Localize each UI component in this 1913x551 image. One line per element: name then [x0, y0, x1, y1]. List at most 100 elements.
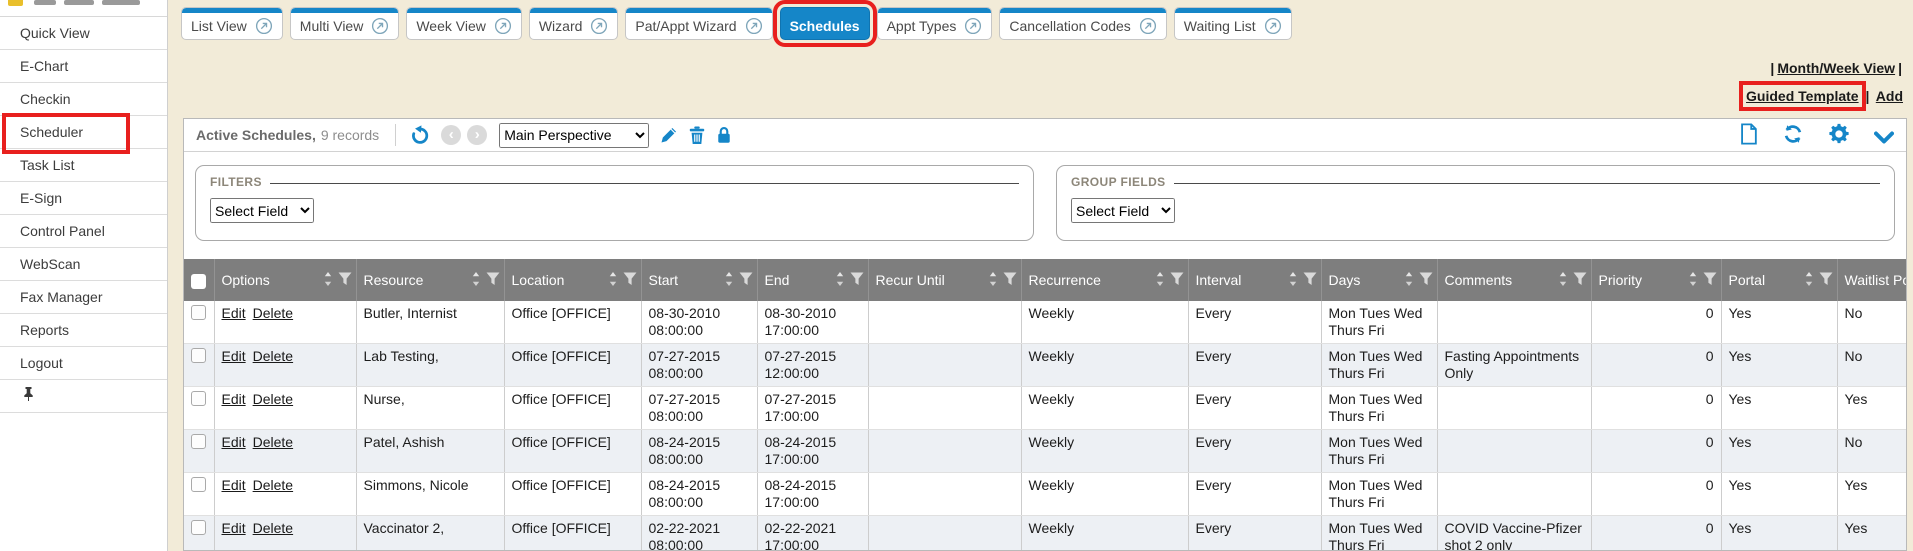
next-icon[interactable]: › — [467, 125, 487, 145]
tab-week-view[interactable]: Week View — [406, 7, 522, 40]
sort-icon[interactable] — [1687, 271, 1699, 290]
sort-icon[interactable] — [322, 271, 334, 290]
undo-icon[interactable] — [410, 124, 432, 146]
edit-link[interactable]: Edit — [222, 348, 246, 364]
column-header-priority[interactable]: Priority — [1591, 259, 1721, 301]
tab-schedules[interactable]: Schedules — [780, 7, 870, 40]
filter-funnel-icon[interactable] — [623, 272, 637, 289]
column-header-interval[interactable]: Interval — [1188, 259, 1321, 301]
edit-link[interactable]: Edit — [222, 434, 246, 450]
sort-icon[interactable] — [1803, 271, 1815, 290]
edit-link[interactable]: Edit — [222, 477, 246, 493]
delete-link[interactable]: Delete — [253, 477, 293, 493]
new-document-icon[interactable] — [1739, 123, 1758, 145]
delete-link[interactable]: Delete — [253, 348, 293, 364]
tab-wizard[interactable]: Wizard — [529, 7, 619, 40]
sidebar-item-logout[interactable]: Logout — [0, 347, 167, 380]
tab-appt-types[interactable]: Appt Types — [877, 7, 993, 40]
sidebar-item-scheduler[interactable]: Scheduler — [0, 116, 167, 149]
column-header-options[interactable]: Options — [214, 259, 356, 301]
lock-icon[interactable] — [715, 125, 733, 145]
sort-icon[interactable] — [834, 271, 846, 290]
sidebar-item-webscan[interactable]: WebScan — [0, 248, 167, 281]
row-checkbox[interactable] — [191, 520, 206, 535]
select-all-checkbox[interactable] — [191, 274, 206, 289]
row-checkbox[interactable] — [191, 477, 206, 492]
column-header-portal[interactable]: Portal — [1721, 259, 1837, 301]
column-header-end[interactable]: End — [757, 259, 868, 301]
filter-funnel-icon[interactable] — [739, 272, 753, 289]
column-header-start[interactable]: Start — [641, 259, 757, 301]
tab-list-view[interactable]: List View — [181, 7, 283, 40]
column-header-resource[interactable]: Resource — [356, 259, 504, 301]
popout-icon[interactable] — [590, 17, 608, 35]
sidebar-item-quick-view[interactable]: Quick View — [0, 17, 167, 50]
guided-template-link[interactable]: Guided Template — [1746, 88, 1859, 104]
sidebar-item-e-sign[interactable]: E-Sign — [0, 182, 167, 215]
sidebar-item-checkin[interactable]: Checkin — [0, 83, 167, 116]
sidebar-item-reports[interactable]: Reports — [0, 314, 167, 347]
filter-funnel-icon[interactable] — [1573, 272, 1587, 289]
sort-icon[interactable] — [607, 271, 619, 290]
filter-funnel-icon[interactable] — [1419, 272, 1433, 289]
sort-icon[interactable] — [987, 271, 999, 290]
row-checkbox[interactable] — [191, 305, 206, 320]
row-checkbox[interactable] — [191, 348, 206, 363]
edit-link[interactable]: Edit — [222, 520, 246, 536]
sort-icon[interactable] — [1557, 271, 1569, 290]
delete-link[interactable]: Delete — [253, 520, 293, 536]
popout-icon[interactable] — [255, 17, 273, 35]
delete-link[interactable]: Delete — [253, 391, 293, 407]
sidebar-item-e-chart[interactable]: E-Chart — [0, 50, 167, 83]
popout-icon[interactable] — [1264, 17, 1282, 35]
filter-funnel-icon[interactable] — [850, 272, 864, 289]
column-header-location[interactable]: Location — [504, 259, 641, 301]
tab-pat-appt-wizard[interactable]: Pat/Appt Wizard — [625, 7, 772, 40]
sidebar-item-task-list[interactable]: Task List — [0, 149, 167, 182]
filter-funnel-icon[interactable] — [1003, 272, 1017, 289]
tab-waiting-list[interactable]: Waiting List — [1174, 7, 1292, 40]
settings-gear-icon[interactable] — [1828, 123, 1850, 145]
popout-icon[interactable] — [964, 17, 982, 35]
prev-icon[interactable]: ‹ — [441, 125, 461, 145]
column-header-days[interactable]: Days — [1321, 259, 1437, 301]
add-link[interactable]: Add — [1876, 88, 1903, 104]
column-header-recur-until[interactable]: Recur Until — [868, 259, 1021, 301]
pushpin-icon[interactable] — [22, 387, 35, 404]
filter-funnel-icon[interactable] — [1703, 272, 1717, 289]
column-header-recurrence[interactable]: Recurrence — [1021, 259, 1188, 301]
edit-link[interactable]: Edit — [222, 305, 246, 321]
row-checkbox[interactable] — [191, 434, 206, 449]
sort-icon[interactable] — [723, 271, 735, 290]
select-all-header[interactable] — [184, 259, 214, 301]
popout-icon[interactable] — [745, 17, 763, 35]
tab-multi-view[interactable]: Multi View — [290, 7, 400, 40]
filters-select-field[interactable]: Select Field — [210, 198, 314, 223]
filter-funnel-icon[interactable] — [1170, 272, 1184, 289]
filter-funnel-icon[interactable] — [1303, 272, 1317, 289]
sort-icon[interactable] — [1403, 271, 1415, 290]
delete-link[interactable]: Delete — [253, 434, 293, 450]
row-checkbox[interactable] — [191, 391, 206, 406]
filter-funnel-icon[interactable] — [338, 272, 352, 289]
sidebar-item-fax-manager[interactable]: Fax Manager — [0, 281, 167, 314]
refresh-icon[interactable] — [1782, 123, 1804, 145]
popout-icon[interactable] — [494, 17, 512, 35]
sort-icon[interactable] — [1154, 271, 1166, 290]
group-fields-select-field[interactable]: Select Field — [1071, 198, 1175, 223]
column-header-waitlist-po[interactable]: Waitlist Po — [1837, 259, 1907, 301]
tab-cancellation-codes[interactable]: Cancellation Codes — [999, 7, 1166, 40]
chevron-down-icon[interactable] — [1874, 131, 1894, 145]
popout-icon[interactable] — [1139, 17, 1157, 35]
month-week-view-link[interactable]: Month/Week View — [1777, 60, 1895, 76]
trash-icon[interactable] — [688, 125, 706, 145]
filter-funnel-icon[interactable] — [1819, 272, 1833, 289]
filter-funnel-icon[interactable] — [486, 272, 500, 289]
sort-icon[interactable] — [470, 271, 482, 290]
perspective-select[interactable]: Main Perspective — [499, 123, 649, 148]
sort-icon[interactable] — [1287, 271, 1299, 290]
column-header-comments[interactable]: Comments — [1437, 259, 1591, 301]
edit-link[interactable]: Edit — [222, 391, 246, 407]
edit-pencil-icon[interactable] — [659, 125, 679, 145]
delete-link[interactable]: Delete — [253, 305, 293, 321]
